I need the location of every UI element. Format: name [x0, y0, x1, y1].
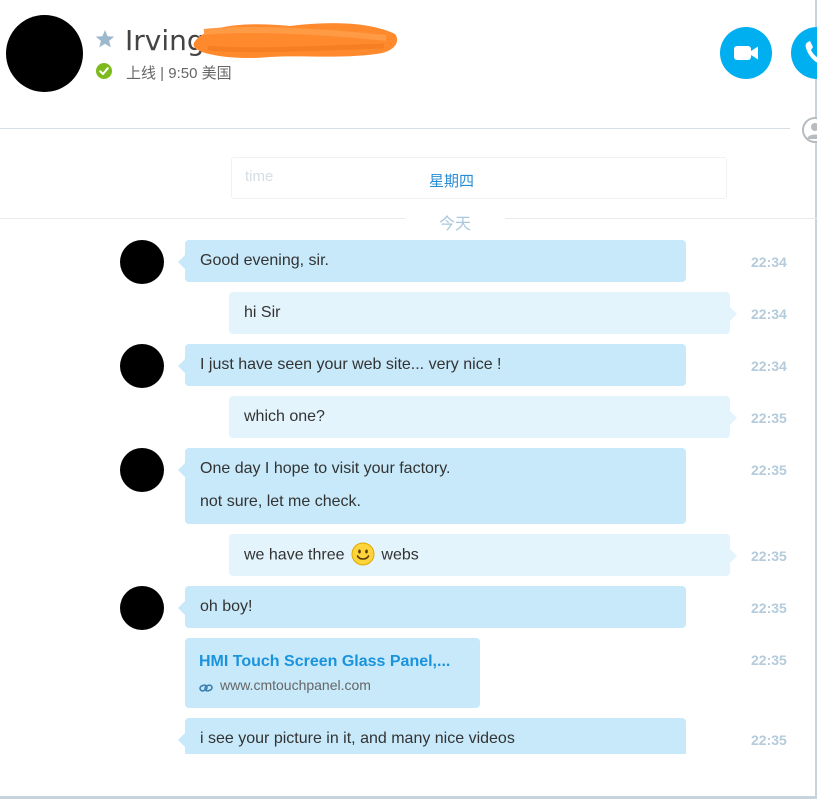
message-text: oh boy!	[200, 598, 253, 615]
incoming-message[interactable]: Good evening, sir.	[178, 240, 686, 282]
link-title[interactable]: HMI Touch Screen Glass Panel,...	[199, 653, 466, 671]
message-text: webs	[381, 546, 419, 564]
message-time: 22:34	[751, 358, 787, 374]
outgoing-message[interactable]: we have three webs	[229, 534, 737, 576]
phone-icon	[805, 41, 817, 63]
audio-call-button[interactable]	[791, 27, 817, 79]
contact-avatar[interactable]	[6, 15, 83, 92]
message-text: which one?	[244, 408, 325, 425]
sender-avatar[interactable]	[120, 448, 164, 492]
video-camera-icon	[734, 46, 758, 60]
message-time: 22:34	[751, 306, 787, 322]
presence-status: 上线 | 9:50 美国	[126, 65, 232, 82]
message-text: i see your picture in it, and many nice …	[200, 730, 515, 747]
incoming-message[interactable]: I just have seen your web site... very n…	[178, 344, 686, 386]
outgoing-message[interactable]: hi Sir	[229, 292, 737, 334]
incoming-message[interactable]: oh boy!	[178, 586, 686, 628]
previous-day-label[interactable]: 星期四	[429, 170, 474, 191]
check-icon	[96, 63, 112, 79]
message-text: One day I hope to visit your factory.	[200, 460, 451, 477]
message-text: Good evening, sir.	[200, 252, 329, 269]
redaction-scribble	[193, 23, 398, 59]
previous-day-box	[231, 157, 727, 199]
message-text: not sure, let me check.	[200, 493, 361, 510]
conversation-header: Irving 上线 | 9:50 美国	[0, 0, 817, 128]
message-text: hi Sir	[244, 304, 281, 321]
link-url-row: www.cmtouchpanel.com	[199, 677, 466, 693]
link-url[interactable]: www.cmtouchpanel.com	[220, 677, 371, 693]
message-time: 22:34	[751, 254, 787, 270]
outgoing-message[interactable]: which one?	[229, 396, 737, 438]
message-time: 22:35	[751, 732, 787, 748]
sender-avatar[interactable]	[120, 240, 164, 284]
sender-avatar[interactable]	[120, 344, 164, 388]
message-text: I just have seen your web site... very n…	[200, 356, 502, 373]
smile-icon	[351, 542, 375, 566]
message-time: 22:35	[751, 462, 787, 478]
link-icon	[199, 684, 213, 692]
message-time: 22:35	[751, 600, 787, 616]
message-time: 22:35	[751, 548, 787, 564]
message-time: 22:35	[751, 652, 787, 668]
star-icon[interactable]	[95, 29, 115, 49]
message-text: we have three	[244, 546, 345, 564]
today-label: 今天	[405, 210, 505, 234]
incoming-message[interactable]: One day I hope to visit your factory. no…	[178, 448, 686, 524]
add-person-icon[interactable]	[802, 117, 817, 143]
message-time: 22:35	[751, 410, 787, 426]
video-call-button[interactable]	[720, 27, 772, 79]
chat-viewport-edge	[0, 754, 815, 796]
ghost-time-label: time	[245, 168, 274, 185]
header-divider	[0, 128, 790, 129]
sender-avatar[interactable]	[120, 586, 164, 630]
link-preview-card[interactable]: HMI Touch Screen Glass Panel,... www.cmt…	[185, 638, 480, 708]
